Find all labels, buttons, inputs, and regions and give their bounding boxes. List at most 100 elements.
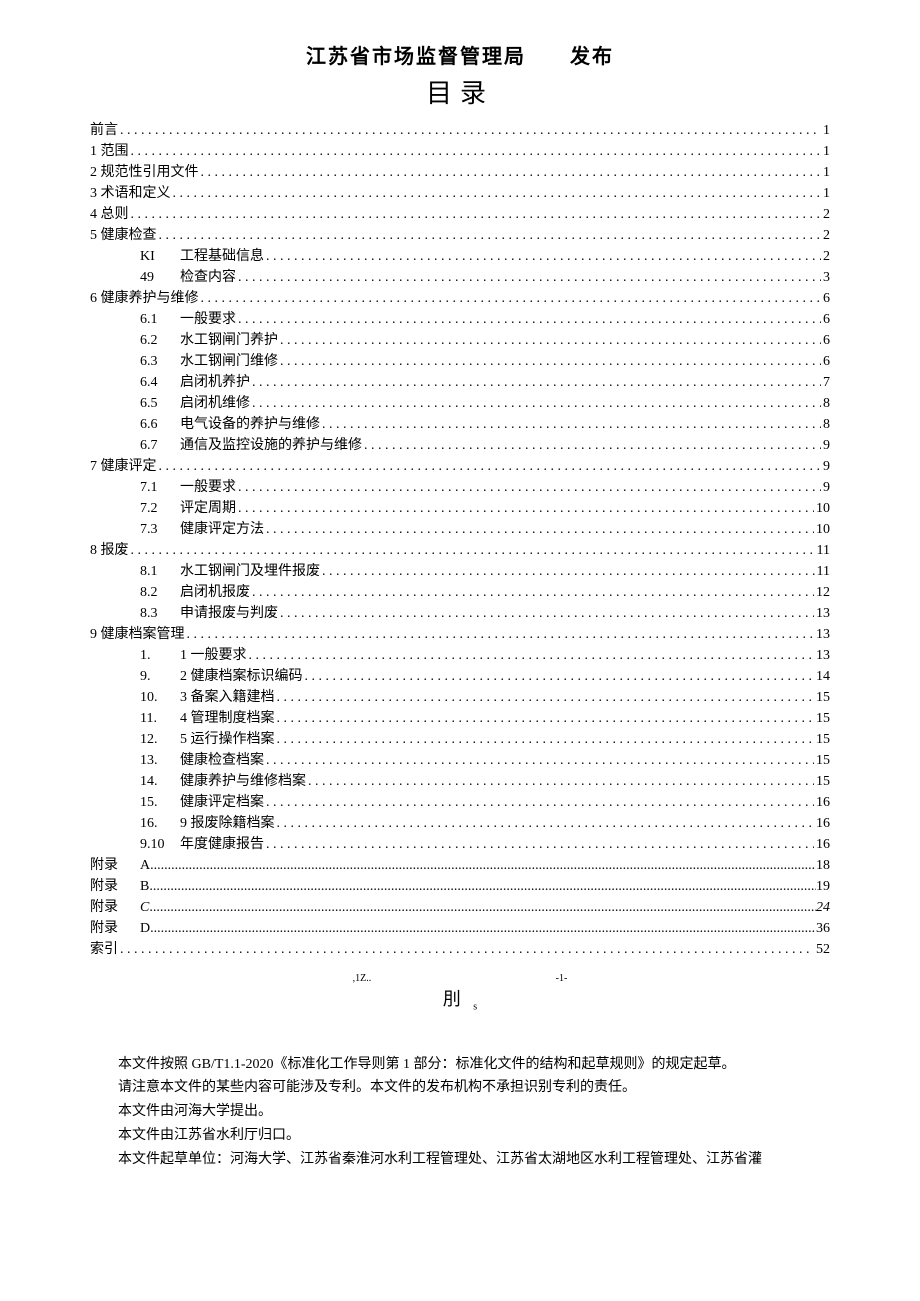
toc-page: 8 — [823, 414, 830, 435]
toc-entry: 3 术语和定义1 — [90, 183, 830, 204]
toc-label: 水工钢闸门维修 — [180, 351, 278, 372]
appendix-prefix: 附录 — [90, 876, 140, 897]
toc-page: 9 — [823, 456, 830, 477]
toc-label: 1 一般要求 — [180, 645, 247, 666]
toc-number: 6.6 — [140, 414, 180, 435]
toc-subentry: 6.1一般要求6 — [90, 309, 830, 330]
toc-entry: 索引52 — [90, 939, 830, 960]
toc-page: 3 — [823, 267, 830, 288]
toc-subentry: 6.3水工钢闸门维修6 — [90, 351, 830, 372]
body-paragraph: 本文件起草单位：河海大学、江苏省秦淮河水利工程管理处、江苏省太湖地区水利工程管理… — [90, 1148, 830, 1172]
toc-subentry: 6.7通信及监控设施的养护与维修9 — [90, 435, 830, 456]
toc: 前言11 范围12 规范性引用文件13 术语和定义14 总则25 健康检查2KI… — [90, 120, 830, 960]
toc-page: 6 — [823, 330, 830, 351]
toc-subentry: 7.2评定周期10 — [90, 498, 830, 519]
toc-label: 前言 — [90, 120, 118, 141]
toc-page: 2 — [823, 204, 830, 225]
toc-page: 11 — [817, 540, 830, 561]
toc-label: 健康检查档案 — [180, 750, 264, 771]
preface-body: 本文件按照 GB/T1.1-2020《标准化工作导则第 1 部分：标准化文件的结… — [90, 1053, 830, 1172]
toc-number: 7.3 — [140, 519, 180, 540]
toc-number: 8.2 — [140, 582, 180, 603]
body-paragraph: 本文件按照 GB/T1.1-2020《标准化工作导则第 1 部分：标准化文件的结… — [90, 1053, 830, 1077]
toc-page: 10 — [816, 498, 830, 519]
toc-page: 36 — [816, 918, 830, 939]
issuing-org-line: 江苏省市场监督管理局 发布 — [90, 40, 830, 69]
toc-subentry: 8.2启闭机报废 12 — [90, 582, 830, 603]
toc-label: 2 规范性引用文件 — [90, 162, 199, 183]
toc-subentry: 15.健康评定档案 16 — [90, 792, 830, 813]
toc-number: 1. — [140, 645, 180, 666]
toc-subentry: 8.1水工钢闸门及埋件报废 11 — [90, 561, 830, 582]
toc-entry: 4 总则 2 — [90, 204, 830, 225]
toc-number: 6.1 — [140, 309, 180, 330]
toc-label: 启闭机报废 — [180, 582, 250, 603]
toc-page: 13 — [816, 624, 830, 645]
appendix-entry: 附录D 36 — [90, 918, 830, 939]
toc-label: 评定周期 — [180, 498, 236, 519]
toc-subentry: 9.10年度健康报告16 — [90, 834, 830, 855]
toc-page: 9 — [823, 477, 830, 498]
toc-number: 14. — [140, 771, 180, 792]
appendix-letter: B — [140, 876, 149, 897]
toc-number: 7.1 — [140, 477, 180, 498]
toc-page: 11 — [817, 561, 830, 582]
toc-entry: 6 健康养护与维修 6 — [90, 288, 830, 309]
toc-page: 10 — [816, 519, 830, 540]
toc-label: 4 总则 — [90, 204, 129, 225]
appendix-letter: C — [140, 897, 149, 918]
toc-label: 6 健康养护与维修 — [90, 288, 199, 309]
toc-subentry: 7.3健康评定方法10 — [90, 519, 830, 540]
toc-subentry: 6.6电气设备的养护与维修8 — [90, 414, 830, 435]
toc-label: 2 健康档案标识编码 — [180, 666, 303, 687]
toc-label: 水工钢闸门养护 — [180, 330, 278, 351]
toc-entry: 前言1 — [90, 120, 830, 141]
toc-subentry: 11.4 管理制度档案15 — [90, 708, 830, 729]
toc-number: 8.1 — [140, 561, 180, 582]
toc-label: 水工钢闸门及埋件报废 — [180, 561, 320, 582]
toc-page: 14 — [816, 666, 830, 687]
toc-label: 申请报废与判废 — [180, 603, 278, 624]
toc-subentry: 6.4启闭机养护7 — [90, 372, 830, 393]
appendix-letter: D — [140, 918, 150, 939]
toc-number: 15. — [140, 792, 180, 813]
toc-page: 16 — [816, 792, 830, 813]
toc-page: 2 — [823, 225, 830, 246]
toc-label: 年度健康报告 — [180, 834, 264, 855]
toc-entry: 7 健康评定 9 — [90, 456, 830, 477]
toc-label: 检查内容 — [180, 267, 236, 288]
toc-number: 11. — [140, 708, 180, 729]
toc-label: 通信及监控设施的养护与维修 — [180, 435, 362, 456]
appendix-prefix: 附录 — [90, 897, 140, 918]
appendix-entry: 附录B19 — [90, 876, 830, 897]
toc-number: 6.5 — [140, 393, 180, 414]
toc-label: 健康养护与维修档案 — [180, 771, 306, 792]
body-paragraph: 本文件由河海大学提出。 — [90, 1100, 830, 1124]
toc-page: 6 — [823, 309, 830, 330]
toc-label: 7 健康评定 — [90, 456, 157, 477]
toc-number: KI — [140, 246, 180, 267]
appendix-entry: 附录C24 — [90, 897, 830, 918]
toc-subentry: 1.1 一般要求13 — [90, 645, 830, 666]
body-paragraph: 本文件由江苏省水利厅归口。 — [90, 1124, 830, 1148]
toc-page: 16 — [816, 813, 830, 834]
toc-page: 15 — [816, 729, 830, 750]
toc-number: 6.2 — [140, 330, 180, 351]
toc-label: 启闭机维修 — [180, 393, 250, 414]
toc-entry: 8 报废11 — [90, 540, 830, 561]
appendix-prefix: 附录 — [90, 918, 140, 939]
appendix-prefix: 附录 — [90, 855, 140, 876]
toc-label: 9 健康档案管理 — [90, 624, 185, 645]
toc-label: 3 备案入籍建档 — [180, 687, 275, 708]
appendix-entry: 附录A18 — [90, 855, 830, 876]
toc-page: 1 — [823, 162, 830, 183]
toc-page: 15 — [816, 687, 830, 708]
toc-page: 12 — [816, 582, 830, 603]
toc-entry: 2 规范性引用文件 1 — [90, 162, 830, 183]
toc-number: 8.3 — [140, 603, 180, 624]
toc-entry: 5 健康检查2 — [90, 225, 830, 246]
toc-page: 6 — [823, 288, 830, 309]
toc-subentry: KI工程基础信息2 — [90, 246, 830, 267]
toc-label: 健康评定档案 — [180, 792, 264, 813]
toc-subentry: 9.2 健康档案标识编码14 — [90, 666, 830, 687]
